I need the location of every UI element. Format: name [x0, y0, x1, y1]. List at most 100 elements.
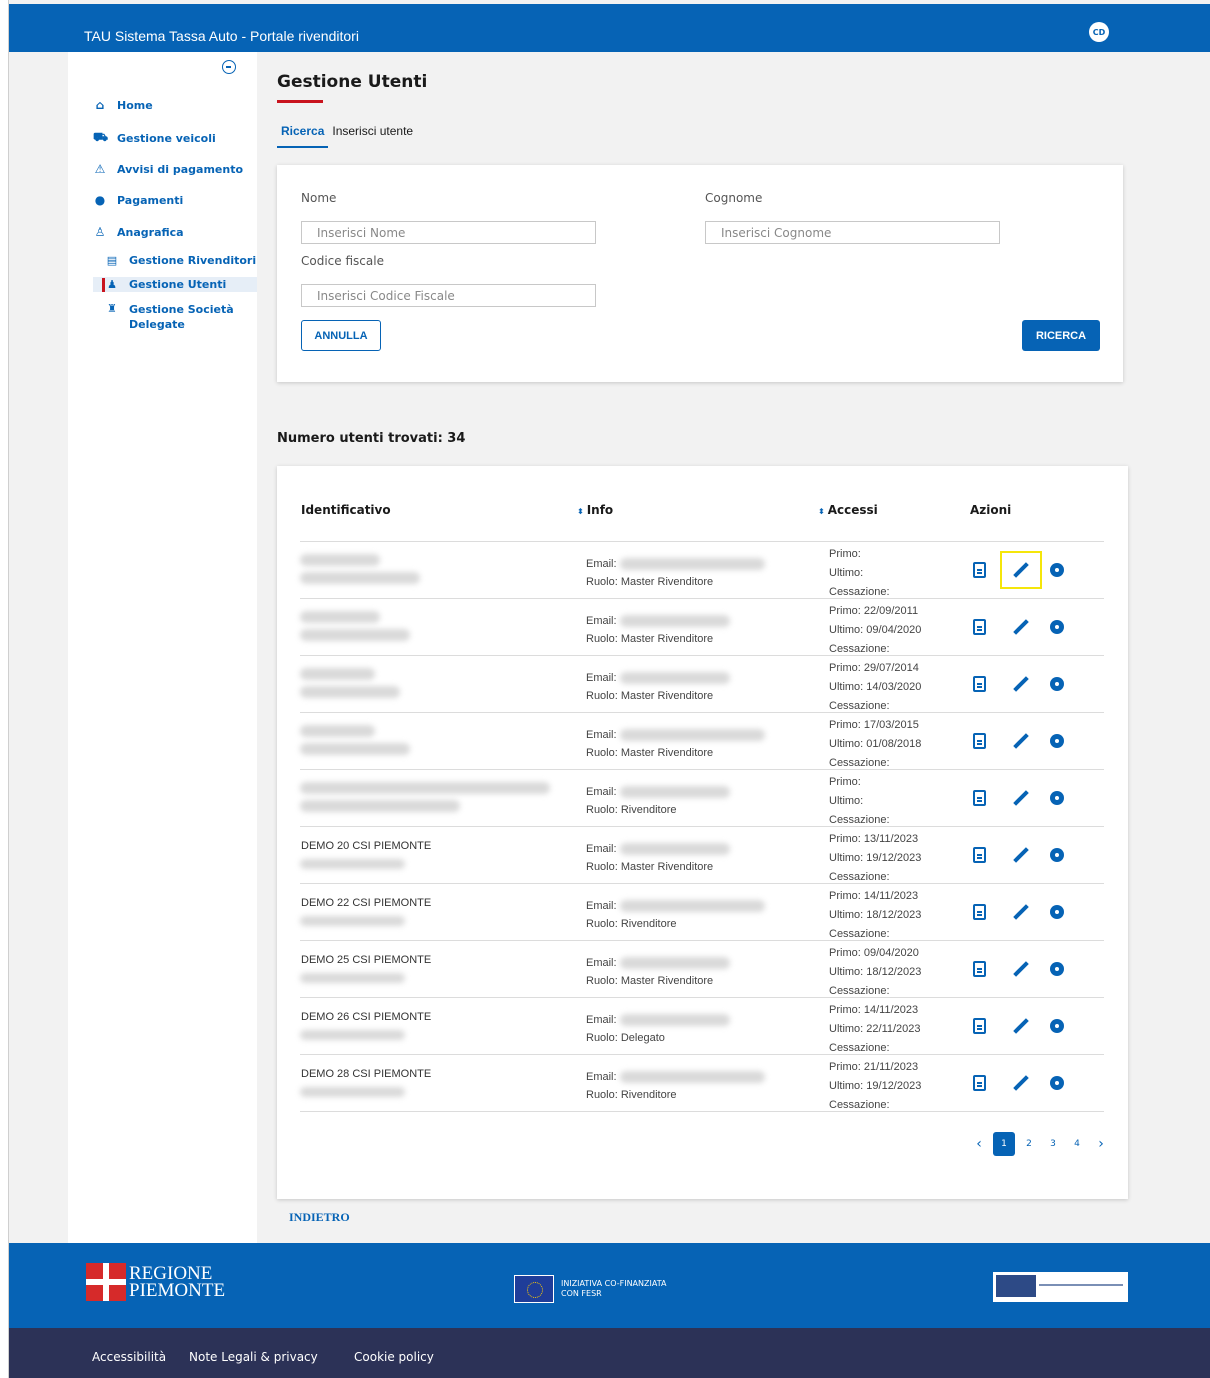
- edit-user-button[interactable]: [1007, 727, 1035, 755]
- redacted-email: [620, 957, 730, 969]
- row-ruolo: Ruolo: Master Rivenditore: [586, 633, 714, 645]
- eu-line2: CON FESR: [561, 1289, 602, 1298]
- cognome-input[interactable]: [705, 221, 1000, 244]
- sidebar-item-pagamenti[interactable]: ● Pagamenti: [93, 193, 184, 207]
- row-ruolo: Ruolo: Rivenditore: [586, 1089, 677, 1101]
- row-accessi: Primo: Ultimo: Cessazione:: [829, 545, 890, 602]
- view-details-button[interactable]: [965, 727, 993, 755]
- results-table-card: Identificativo ⬍ Info ⬍ Accessi Azioni Ema…: [277, 466, 1128, 1199]
- row-accessi: Primo: Ultimo: Cessazione:: [829, 773, 890, 830]
- nome-input[interactable]: [301, 221, 596, 244]
- row-identificativo: DEMO 26 CSI PIEMONTE: [301, 1011, 432, 1023]
- redacted-email: [620, 843, 730, 855]
- gear-icon: [1051, 849, 1063, 861]
- view-details-button[interactable]: [965, 613, 993, 641]
- redacted-text: [300, 611, 380, 623]
- edit-user-button[interactable]: [1007, 955, 1035, 983]
- settings-button[interactable]: [1043, 1012, 1071, 1040]
- document-icon: [972, 790, 986, 806]
- row-accesso-primo: Primo:: [829, 548, 861, 560]
- settings-button[interactable]: [1043, 727, 1071, 755]
- view-details-button[interactable]: [965, 1012, 993, 1040]
- user-avatar[interactable]: CD: [1089, 22, 1109, 42]
- table-row: Email: Ruolo: Rivenditore Primo: Ultimo: Ces…: [300, 769, 1104, 826]
- nome-label: Nome: [301, 191, 337, 205]
- next-page-icon[interactable]: ›: [1089, 1132, 1113, 1156]
- redacted-text: [300, 800, 460, 812]
- document-icon: [972, 562, 986, 578]
- edit-user-button[interactable]: [1007, 1069, 1035, 1097]
- cognome-label: Cognome: [705, 191, 763, 205]
- cookie-policy-link[interactable]: Cookie policy: [354, 1350, 434, 1364]
- page-1[interactable]: 1: [993, 1132, 1015, 1156]
- accessibilita-link[interactable]: Accessibilità: [92, 1350, 166, 1364]
- edit-user-button[interactable]: [1007, 1012, 1035, 1040]
- warning-icon: ⚠: [94, 162, 106, 176]
- footer-logos: REGIONE PIEMONTE INIZIATIVA CO-FINANZIAT…: [9, 1243, 1210, 1328]
- group-icon: ♜: [107, 302, 117, 315]
- page-3[interactable]: 3: [1041, 1132, 1065, 1156]
- column-header-identificativo: Identificativo: [301, 503, 391, 517]
- settings-button[interactable]: [1043, 613, 1071, 641]
- pagination: ‹ 1 2 3 4 ›: [967, 1132, 1113, 1156]
- euro-icon: ●: [94, 193, 106, 207]
- row-ruolo: Ruolo: Rivenditore: [586, 918, 677, 930]
- page-2[interactable]: 2: [1017, 1132, 1041, 1156]
- view-details-button[interactable]: [965, 556, 993, 584]
- annulla-button[interactable]: ANNULLA: [301, 320, 381, 351]
- indietro-link[interactable]: INDIETRO: [289, 1210, 350, 1225]
- tab-ricerca[interactable]: Ricerca: [277, 124, 329, 148]
- sidebar-item-anagrafica[interactable]: ♙ Anagrafica: [93, 225, 184, 239]
- edit-user-button[interactable]: [1007, 841, 1035, 869]
- redacted-email: [620, 558, 765, 570]
- page-title: Gestione Utenti: [277, 72, 428, 92]
- column-header-accessi[interactable]: ⬍ Accessi: [818, 503, 878, 517]
- regione-flag-icon: [86, 1263, 126, 1301]
- redacted-text: [300, 782, 550, 794]
- redacted-email: [620, 786, 730, 798]
- view-details-button[interactable]: [965, 784, 993, 812]
- sidebar-item-label: Home: [117, 98, 153, 112]
- collapse-sidebar-icon[interactable]: [222, 60, 236, 74]
- edit-user-button[interactable]: [1007, 784, 1035, 812]
- sidebar-item-gestione-veicoli[interactable]: ⛟ Gestione veicoli: [93, 130, 216, 146]
- edit-user-button[interactable]: [1007, 898, 1035, 926]
- settings-button[interactable]: [1043, 556, 1071, 584]
- edit-user-button[interactable]: [1007, 613, 1035, 641]
- sidebar-subitem-gestione-utenti[interactable]: ♟ Gestione Utenti: [93, 277, 257, 292]
- view-details-button[interactable]: [965, 898, 993, 926]
- view-details-button[interactable]: [965, 955, 993, 983]
- ricerca-button[interactable]: RICERCA: [1022, 320, 1100, 351]
- page-4[interactable]: 4: [1065, 1132, 1089, 1156]
- pencil-icon: [1013, 961, 1029, 977]
- settings-button[interactable]: [1043, 670, 1071, 698]
- gear-icon: [1051, 678, 1063, 690]
- row-accessi: Primo: 09/04/2020 Ultimo: 18/12/2023 Cessa…: [829, 944, 921, 1001]
- sidebar-item-home[interactable]: ⌂ Home: [93, 98, 153, 112]
- settings-button[interactable]: [1043, 841, 1071, 869]
- prev-page-icon[interactable]: ‹: [967, 1132, 991, 1156]
- edit-user-button[interactable]: [1007, 670, 1035, 698]
- results-count: Numero utenti trovati: 34: [277, 431, 466, 446]
- view-details-button[interactable]: [965, 1069, 993, 1097]
- redacted-email: [620, 729, 765, 741]
- row-accesso-primo: Primo: 14/11/2023: [829, 1004, 919, 1016]
- sidebar-item-avvisi-pagamento[interactable]: ⚠ Avvisi di pagamento: [93, 162, 243, 176]
- document-icon: [972, 619, 986, 635]
- codice-fiscale-input[interactable]: [301, 284, 596, 307]
- settings-button[interactable]: [1043, 955, 1071, 983]
- settings-button[interactable]: [1043, 1069, 1071, 1097]
- car-icon: ⛟: [93, 130, 109, 144]
- settings-button[interactable]: [1043, 898, 1071, 926]
- note-legali-link[interactable]: Note Legali & privacy: [189, 1350, 318, 1364]
- settings-button[interactable]: [1043, 784, 1071, 812]
- sidebar-subitem-gestione-societa-delegate[interactable]: ♜ Gestione Società Delegate: [93, 301, 257, 333]
- column-header-info[interactable]: ⬍ Info: [577, 503, 613, 517]
- edit-user-button[interactable]: [1000, 551, 1042, 589]
- tab-inserisci-utente[interactable]: Inserisci utente: [328, 124, 417, 148]
- view-details-button[interactable]: [965, 670, 993, 698]
- view-details-button[interactable]: [965, 841, 993, 869]
- sidebar-subitem-gestione-rivenditori[interactable]: ▤ Gestione Rivenditori: [93, 253, 257, 268]
- table-bottom-border: [300, 1111, 1104, 1112]
- row-accesso-ultimo: Ultimo:: [829, 795, 864, 807]
